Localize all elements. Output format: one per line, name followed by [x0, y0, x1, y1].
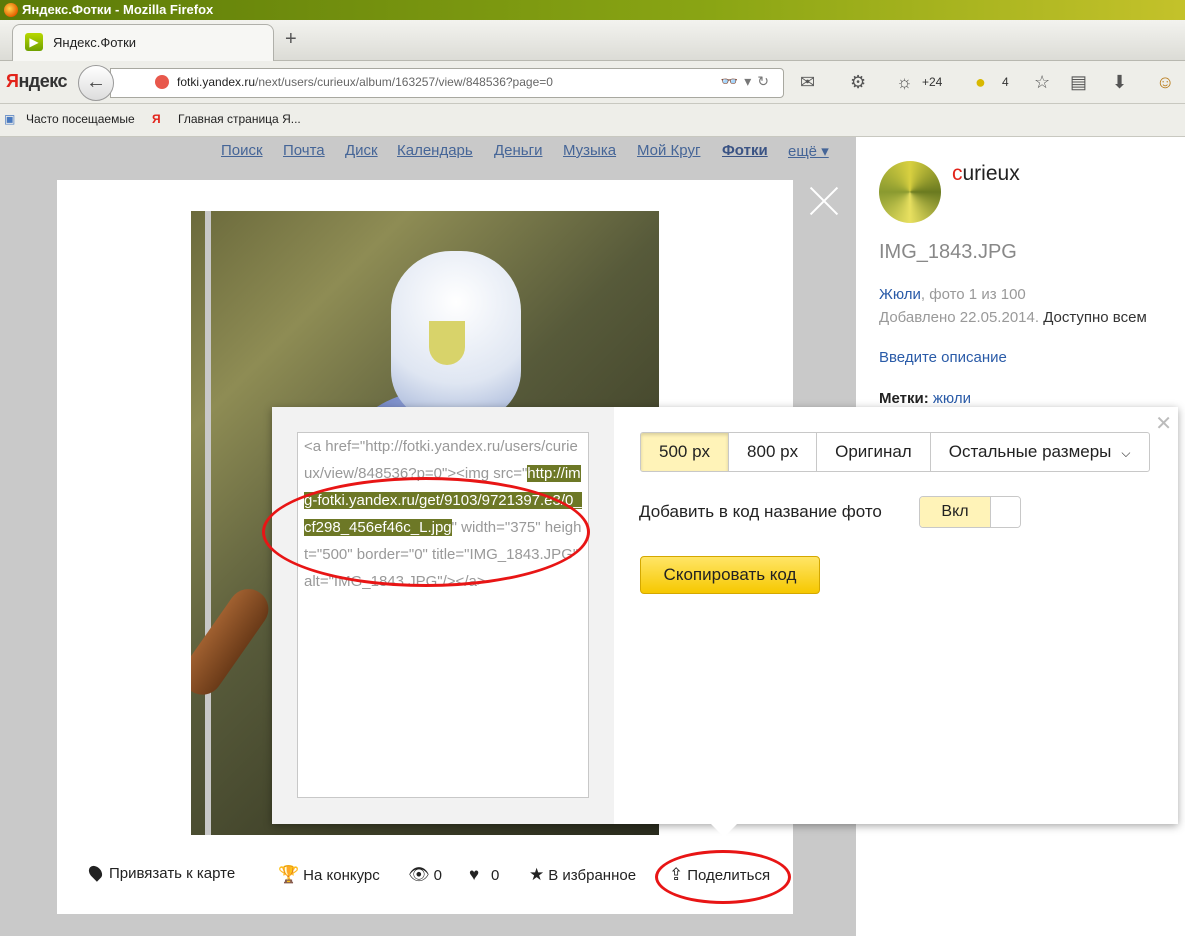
add-name-label: Добавить в код название фото [639, 502, 882, 521]
star-bookmark-icon[interactable]: ☆ [1034, 72, 1050, 93]
tab-bar: ▶ Яндекс.Фотки + [0, 20, 1185, 61]
firefox-icon [4, 3, 18, 17]
size-800[interactable]: 800 px [729, 433, 818, 471]
size-original[interactable]: Оригинал [817, 433, 931, 471]
upload-info: Добавлено 22.05.2014. Доступно всем [879, 309, 1147, 326]
site-identity-icon[interactable] [155, 75, 169, 89]
toggle-knob [990, 497, 1020, 527]
yandex-fotki-favicon-icon: ▶ [25, 33, 43, 51]
window-title: Яндекс.Фотки - Mozilla Firefox [22, 2, 214, 17]
access-level[interactable]: Доступно всем [1043, 309, 1147, 326]
album-info: Жюли, фото 1 из 100 [879, 286, 1026, 303]
favorite-button[interactable]: ★ В избранное [529, 865, 636, 885]
embed-code-popup: <a href="http://fotki.yandex.ru/users/cu… [262, 407, 1178, 837]
yandex-logo[interactable]: Яндекс [6, 71, 68, 92]
like-button[interactable]: ♥ 0 [469, 865, 499, 885]
back-button[interactable]: ← [78, 65, 114, 101]
address-bar[interactable]: fotki.yandex.ru/next/users/curieux/album… [110, 68, 784, 98]
bookmarks-list-icon[interactable]: ▤ [1070, 72, 1087, 93]
weather-icon[interactable]: ☼ [896, 72, 913, 93]
tab-title: Яндекс.Фотки [53, 35, 137, 50]
author-avatar[interactable] [879, 161, 941, 223]
mail-icon[interactable]: ✉ [800, 72, 815, 93]
yandex-bookmark-icon: Я [152, 112, 161, 126]
download-icon[interactable]: ⬇ [1112, 72, 1127, 93]
most-visited-icon: ▣ [4, 112, 16, 126]
trophy-icon: 🏆 [278, 865, 300, 884]
bird-beak [429, 321, 465, 365]
perch [191, 581, 277, 703]
popup-pointer [710, 823, 738, 837]
new-tab-button[interactable]: + [285, 28, 297, 51]
bookmarks-toolbar: ▣ Часто посещаемые Я Главная страница Я.… [0, 104, 1185, 137]
size-other-dropdown[interactable]: Остальные размеры ⌵ [931, 433, 1149, 471]
notifications-count[interactable]: 4 [1002, 75, 1009, 89]
close-viewer-icon[interactable] [803, 183, 843, 219]
window-titlebar: Яндекс.Фотки - Mozilla Firefox [0, 0, 1185, 20]
bookmark-most-visited[interactable]: Часто посещаемые [26, 112, 135, 126]
addon-icon[interactable]: ☺ [1156, 72, 1174, 93]
views-counter: 👁 0 [408, 865, 442, 884]
eye-icon: 👁 [408, 865, 430, 884]
embed-code-panel: <a href="http://fotki.yandex.ru/users/cu… [262, 407, 614, 824]
author-name[interactable]: curieux [952, 162, 1020, 186]
gear-icon[interactable]: ⚙ [850, 72, 866, 93]
add-description-link[interactable]: Введите описание [879, 349, 1007, 366]
toggle-on-label: Вкл [920, 497, 990, 527]
album-link[interactable]: Жюли [879, 286, 921, 303]
size-500[interactable]: 500 px [641, 433, 730, 471]
browser-tab[interactable]: ▶ Яндекс.Фотки [12, 24, 274, 61]
map-button[interactable]: Привязать к карте [86, 863, 235, 882]
photo-title: IMG_1843.JPG [879, 241, 1017, 263]
url-text[interactable]: fotki.yandex.ru/next/users/curieux/album… [177, 75, 553, 89]
bookmark-yandex-home[interactable]: Главная страница Я... [178, 112, 301, 126]
tag-link[interactable]: жюли [933, 390, 971, 407]
code-highlight-circle [262, 477, 590, 587]
reload-icon[interactable]: 👓▾↻ [721, 73, 775, 90]
map-pin-icon [86, 863, 105, 882]
navigation-toolbar: Яндекс fotki.yandex.ru/next/users/curieu… [0, 61, 1185, 104]
close-popup-icon[interactable]: ✕ [1155, 411, 1172, 436]
star-icon: ★ [529, 865, 545, 884]
cage-wire [205, 211, 211, 835]
share-highlight-circle [655, 850, 791, 904]
notifications-icon[interactable]: ● [975, 72, 986, 93]
heart-icon: ♥ [469, 865, 480, 884]
add-name-toggle[interactable]: Вкл [919, 496, 1021, 528]
size-selector: 500 px 800 px Оригинал Остальные размеры… [640, 432, 1150, 472]
tags: Метки: жюли [879, 390, 971, 407]
contest-button[interactable]: 🏆 На конкурс [278, 865, 380, 885]
weather-temperature[interactable]: +24 [922, 75, 942, 89]
chevron-down-icon: ⌵ [1121, 446, 1131, 460]
copy-code-button[interactable]: Скопировать код [640, 556, 820, 594]
